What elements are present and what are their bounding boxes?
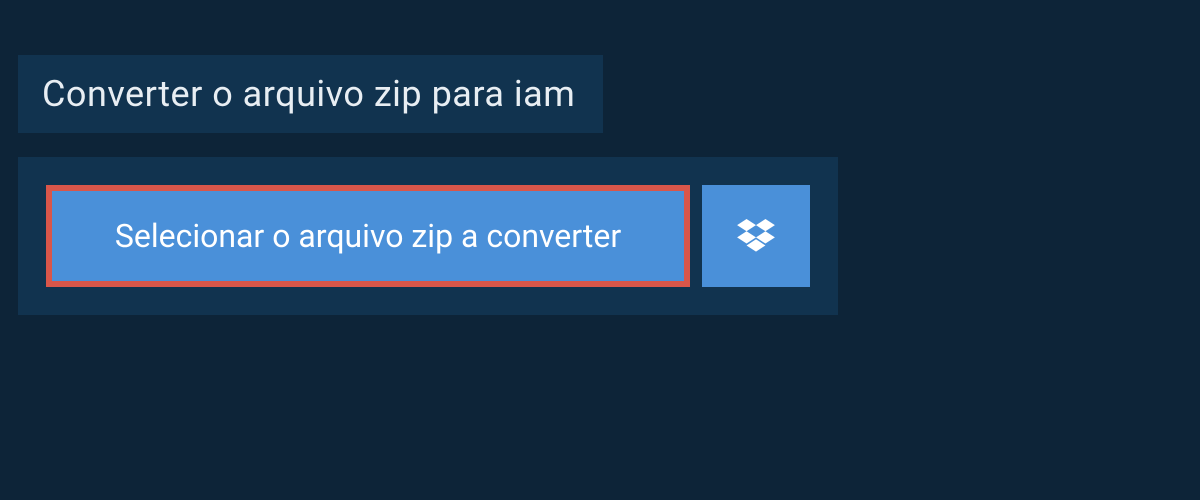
dropbox-icon	[737, 219, 775, 253]
title-bar: Converter o arquivo zip para iam	[18, 55, 603, 133]
dropbox-button[interactable]	[702, 185, 810, 287]
page-title: Converter o arquivo zip para iam	[42, 73, 575, 115]
upload-panel: Selecionar o arquivo zip a converter	[18, 157, 838, 315]
main-container: Converter o arquivo zip para iam Selecio…	[0, 0, 1200, 315]
select-file-label: Selecionar o arquivo zip a converter	[115, 217, 621, 255]
select-file-button[interactable]: Selecionar o arquivo zip a converter	[46, 185, 690, 287]
